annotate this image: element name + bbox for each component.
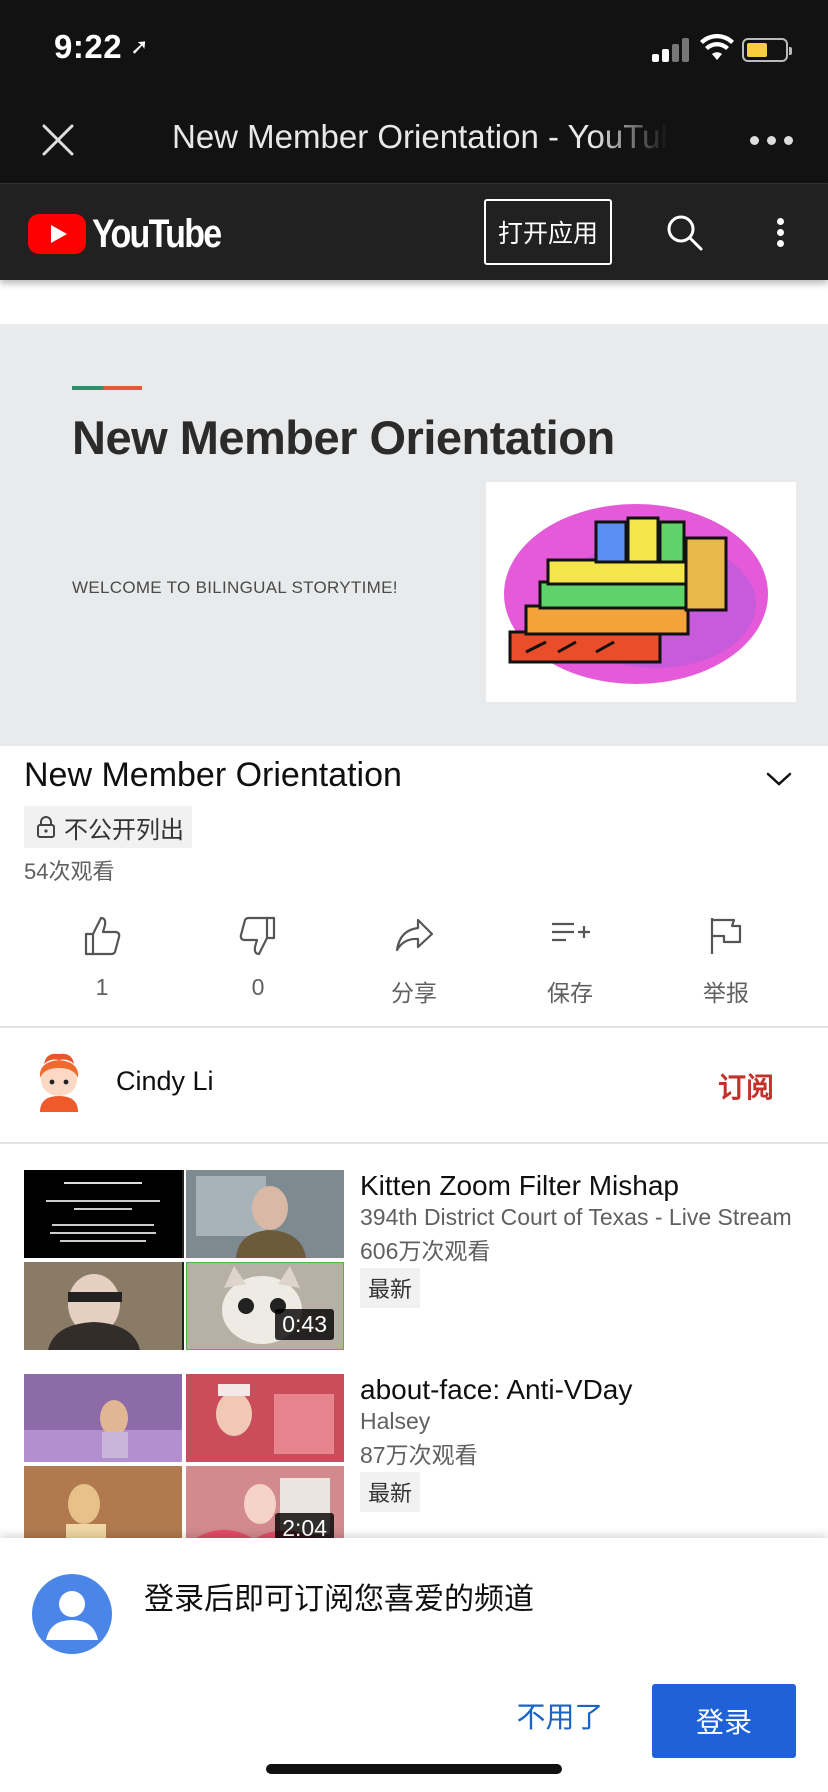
report-button[interactable]: 举报 [666, 908, 786, 1018]
like-button[interactable]: 1 [42, 908, 162, 1018]
account-avatar-icon [32, 1574, 112, 1654]
related-video-title[interactable]: Kitten Zoom Filter Mishap [360, 1170, 679, 1202]
signin-button[interactable]: 登录 [652, 1684, 796, 1758]
video-player[interactable]: New Member Orientation WELCOME TO BILING… [0, 324, 828, 746]
thumbs-down-icon [239, 916, 276, 956]
cellular-signal-icon [652, 38, 692, 62]
unlisted-label: 不公开列出 [64, 816, 184, 844]
home-indicator [266, 1764, 562, 1774]
video-duration: 0:43 [275, 1309, 334, 1340]
new-badge: 最新 [360, 1268, 421, 1308]
channel-name[interactable]: Cindy Li [116, 1066, 214, 1097]
slide-title: New Member Orientation [72, 411, 615, 464]
open-app-button[interactable]: 打开应用 [484, 199, 612, 265]
dismiss-button[interactable]: 不用了 [502, 1694, 618, 1734]
thumbs-up-icon [84, 916, 121, 956]
channel-avatar[interactable] [30, 1050, 88, 1114]
browser-page-title: New Member Orientation - YouTube [172, 118, 668, 155]
video-thumbnail[interactable]: 2:04 [24, 1374, 344, 1554]
like-count: 1 [95, 974, 109, 1000]
related-video-channel: 394th District Court of Texas - Live Str… [360, 1204, 792, 1230]
location-arrow-icon: ➚ [130, 34, 149, 59]
browser-toolbar: New Member Orientation - YouTube [0, 98, 828, 184]
signin-prompt-sheet: 登录后即可订阅您喜爱的频道 不用了 登录 [0, 1538, 828, 1792]
share-icon [395, 918, 434, 952]
video-title: New Member Orientation [24, 756, 402, 794]
video-thumbnail[interactable]: 0:43 [24, 1170, 344, 1350]
unlisted-badge: 不公开列出 [24, 806, 192, 848]
slide-subtitle: WELCOME TO BILINGUAL STORYTIME! [72, 578, 398, 597]
battery-icon [742, 38, 792, 62]
divider [0, 1142, 828, 1144]
status-bar: 9:22 ➚ [0, 0, 828, 98]
kebab-menu-icon[interactable] [770, 212, 790, 252]
related-video-channel: Halsey [360, 1408, 431, 1434]
signin-prompt-message: 登录后即可订阅您喜爱的频道 [144, 1583, 534, 1616]
divider [0, 1026, 828, 1028]
books-illustration [486, 482, 796, 702]
subscribe-button[interactable]: 订阅 [718, 1066, 774, 1106]
share-button[interactable]: 分享 [354, 908, 474, 1018]
share-label: 分享 [391, 980, 437, 1006]
youtube-wordmark: YouTube [92, 211, 222, 256]
save-label: 保存 [547, 980, 593, 1006]
more-options-icon[interactable] [750, 136, 794, 146]
clock: 9:22 [54, 28, 123, 65]
new-badge: 最新 [360, 1472, 421, 1512]
youtube-play-logo-icon [28, 214, 86, 254]
save-playlist-icon [552, 922, 590, 942]
save-button[interactable]: 保存 [510, 908, 630, 1018]
youtube-logo[interactable]: YouTube [28, 212, 243, 256]
status-time: 9:22 ➚ [54, 28, 149, 66]
slide-accent-bar [72, 386, 142, 390]
dislike-button[interactable]: 0 [198, 908, 318, 1018]
flag-icon [710, 918, 742, 954]
lock-icon [37, 816, 55, 838]
dislike-count: 0 [251, 974, 265, 1000]
related-video-item[interactable]: 2:04 about-face: Anti-VDay Halsey 87万次观看… [0, 1374, 828, 1558]
chevron-down-icon[interactable] [764, 764, 794, 794]
wifi-icon [700, 34, 734, 60]
related-video-item[interactable]: 0:43 Kitten Zoom Filter Mishap 394th Dis… [0, 1170, 828, 1354]
related-video-views: 87万次观看 [360, 1442, 478, 1468]
close-icon[interactable] [38, 120, 78, 160]
related-video-title[interactable]: about-face: Anti-VDay [360, 1374, 632, 1406]
search-icon[interactable] [664, 212, 704, 252]
related-video-views: 606万次观看 [360, 1238, 491, 1264]
view-count: 54次观看 [24, 859, 115, 884]
youtube-header: YouTube 打开应用 [0, 184, 828, 280]
report-label: 举报 [703, 980, 749, 1006]
action-row: 1 0 分享 保存 举报 [0, 908, 828, 1018]
